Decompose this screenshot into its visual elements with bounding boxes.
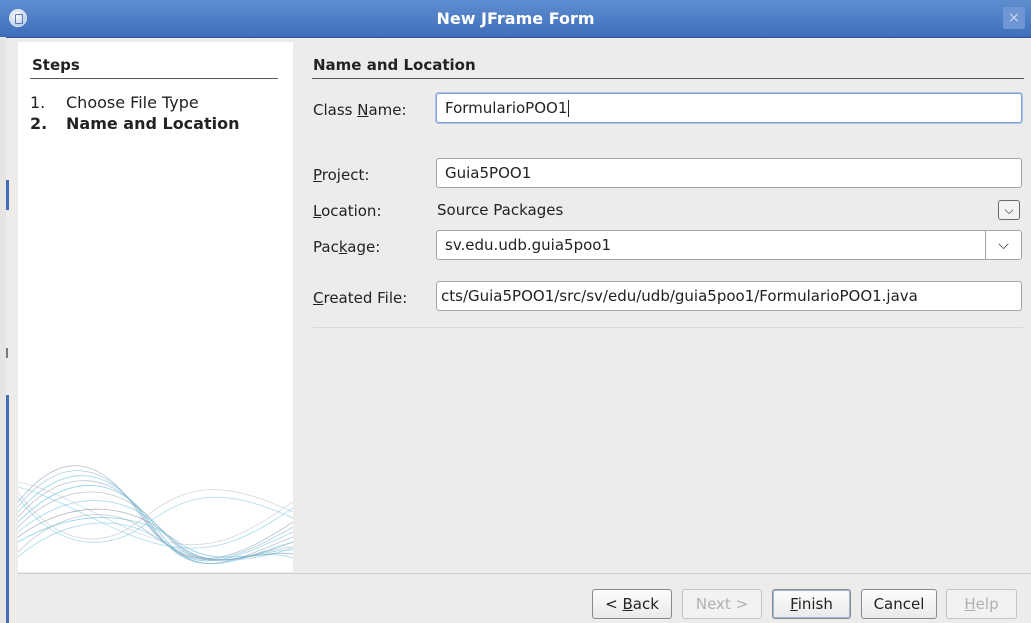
location-label: Location: (313, 202, 382, 220)
class-name-input[interactable]: FormularioPOO1 (436, 93, 1022, 123)
step-item-choose-file-type: 1. Choose File Type (30, 93, 199, 112)
step-label: Choose File Type (66, 93, 199, 112)
window-title: New JFrame Form (436, 9, 595, 28)
decorative-waves-image (18, 465, 293, 565)
step-number: 1. (30, 93, 46, 112)
frame-accent (6, 180, 9, 210)
text-caret (568, 100, 570, 117)
chevron-down-icon: ⌵ (998, 237, 1009, 253)
chevron-down-icon: ⌵ (1004, 203, 1014, 217)
step-number: 2. (30, 114, 48, 133)
finish-button[interactable]: Finish (772, 589, 851, 619)
location-dropdown-button[interactable]: ⌵ (998, 200, 1020, 220)
close-icon[interactable]: × (1003, 7, 1025, 29)
panel-title: Name and Location (313, 56, 476, 74)
frame-accent (6, 348, 8, 358)
window-titlebar[interactable]: New JFrame Form × (0, 0, 1031, 38)
project-field[interactable]: Guia5POO1 (436, 158, 1022, 188)
step-label: Name and Location (66, 114, 240, 133)
next-button[interactable]: Next > (682, 589, 762, 619)
step-item-name-and-location: 2. Name and Location (30, 114, 239, 133)
class-name-label: Class Name: (313, 101, 407, 119)
help-button[interactable]: Help (946, 589, 1017, 619)
back-button[interactable]: < Back (592, 589, 672, 619)
package-label: Package: (313, 238, 381, 256)
created-file-field[interactable]: cts/Guia5POO1/src/sv/edu/udb/guia5poo1/F… (436, 281, 1022, 311)
content-divider (313, 327, 1023, 328)
cancel-button[interactable]: Cancel (861, 589, 937, 619)
panel-title-divider (312, 78, 1024, 79)
package-combobox[interactable]: sv.edu.udb.guia5poo1 ⌵ (436, 230, 1022, 260)
steps-title: Steps (32, 56, 80, 74)
created-file-label: Created File: (313, 289, 408, 307)
location-value: Source Packages (437, 201, 564, 219)
footer-divider (18, 573, 1031, 574)
steps-panel: Steps 1. Choose File Type 2. Name and Loca… (18, 42, 293, 572)
package-dropdown-button[interactable]: ⌵ (985, 231, 1021, 259)
steps-divider (30, 78, 278, 79)
project-label: Project: (313, 166, 370, 184)
frame-accent (6, 395, 9, 623)
